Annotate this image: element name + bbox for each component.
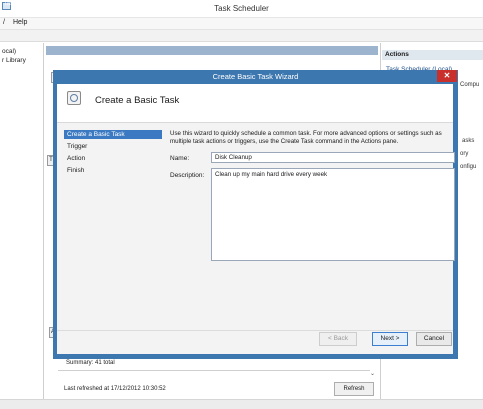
cancel-button[interactable]: Cancel xyxy=(416,332,452,346)
close-button[interactable]: ✕ xyxy=(437,70,457,82)
description-field[interactable]: Clean up my main hard drive every week xyxy=(211,168,455,261)
clock-icon xyxy=(70,94,78,102)
name-label: Name: xyxy=(170,155,190,162)
menu-fragment: / xyxy=(3,19,5,26)
actions-title: Actions xyxy=(385,51,409,58)
tree-panel xyxy=(0,43,44,399)
step-action[interactable]: Action xyxy=(67,155,85,162)
menu-bar xyxy=(0,18,483,30)
chevron-down-icon[interactable]: ⌄ xyxy=(370,370,375,377)
step-finish[interactable]: Finish xyxy=(67,167,84,174)
actions-item-history[interactable]: ory xyxy=(460,151,468,157)
step-create-basic-task[interactable]: Create a Basic Task xyxy=(67,131,125,138)
divider xyxy=(58,370,370,371)
status-bar xyxy=(0,399,483,409)
actions-item-tasks[interactable]: asks xyxy=(462,138,474,144)
back-button[interactable]: < Back xyxy=(319,332,357,346)
wizard-title: Create Basic Task Wizard xyxy=(212,72,299,81)
description-label: Description: xyxy=(170,172,205,179)
refresh-button[interactable]: Refresh xyxy=(334,382,374,396)
actions-item-configure[interactable]: onfigu xyxy=(460,164,476,170)
intro-text: Use this wizard to quickly schedule a co… xyxy=(170,130,442,145)
actions-item-connect-computer[interactable]: Compu xyxy=(460,82,479,88)
toolbar xyxy=(0,30,483,42)
next-button[interactable]: Next > xyxy=(372,332,408,346)
tree-item-local[interactable]: ocal) xyxy=(2,48,16,55)
name-field[interactable]: Disk Cleanup xyxy=(211,152,455,163)
tree-item-library[interactable]: r Library xyxy=(2,57,26,64)
summary-total: Summary: 41 total xyxy=(66,360,115,366)
step-trigger[interactable]: Trigger xyxy=(67,143,87,150)
menu-help[interactable]: Help xyxy=(13,19,27,26)
summary-header-text: Task Scheduler Summary (Last refreshed: … xyxy=(4,1,169,7)
wizard-heading: Create a Basic Task xyxy=(95,95,180,106)
last-refreshed-text: Last refreshed at 17/12/2012 10:30:52 xyxy=(64,386,166,392)
summary-header xyxy=(46,46,378,55)
